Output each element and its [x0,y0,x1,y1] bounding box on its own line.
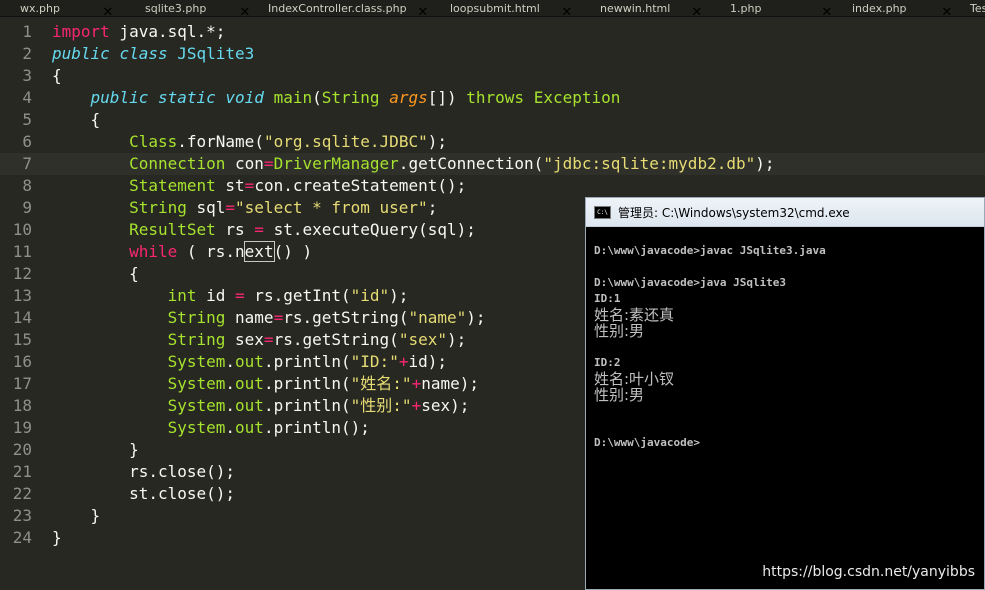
close-icon[interactable]: ✕ [562,1,572,16]
tab-loopsubmit[interactable]: loopsubmit.html [450,0,540,16]
watermark-url: https://blog.csdn.net/yanyibbs [762,564,975,580]
code-line: String sex=rs.getString("sex"); [167,330,467,349]
line-number: 14 [12,308,32,327]
code-line: String sql="select * from user"; [129,198,438,217]
code-line: System.out.println("ID:"+id); [167,352,447,371]
line-number: 7 [22,154,32,173]
close-icon[interactable]: ✕ [240,1,250,16]
code-line: System.out.println("性别:"+sex); [167,396,470,415]
close-icon[interactable]: ✕ [103,1,113,16]
code-line: ResultSet rs = st.executeQuery(sql); [129,220,476,239]
line-number: 24 [12,528,32,547]
code-line: System.out.println(); [167,418,370,437]
line-number: 13 [12,286,32,305]
line-number: 15 [12,330,32,349]
line-number: 8 [22,176,32,195]
line-number: 19 [12,418,32,437]
cmd-output-line: ID:2 [594,356,621,369]
tab-bar: wx.php ✕ sqlite3.php ✕ IndexController.c… [0,0,985,17]
tab-wx-php[interactable]: wx.php [20,0,60,16]
code-line: st.close(); [129,484,236,503]
code-line: } [52,528,62,547]
console-icon: C:\ [594,205,611,219]
line-number: 2 [22,44,32,63]
line-number: 3 [22,66,32,85]
cmd-output-line: 姓名:叶小钗 [594,370,675,388]
line-number: 20 [12,440,32,459]
cmd-output-line: 性别:男 [594,386,645,404]
line-number: 6 [22,132,32,151]
tab-label: sqlite3.php [145,1,207,15]
cmd-output-line: 姓名:素还真 [594,306,675,324]
line-number: 12 [12,264,32,283]
code-line: while ( rs.next() ) [129,241,313,262]
code-line: public class JSqlite3 [52,44,255,63]
line-number: 9 [22,198,32,217]
line-number: 16 [12,352,32,371]
cmd-output-line: D:\www\javacode>javac JSqlite3.java [594,244,826,257]
tab-sqlite3-php[interactable]: sqlite3.php [145,0,206,16]
tab-newwin[interactable]: newwin.html [600,0,670,16]
tab-index-php[interactable]: index.php [852,0,907,16]
cmd-title: 管理员: C:\Windows\system32\cmd.exe [618,205,850,220]
code-line: int id = rs.getInt("id"); [167,286,409,305]
line-number: 21 [12,462,32,481]
code-line: { [90,110,101,129]
line-number: 23 [12,506,32,525]
cmd-title-bar[interactable]: C:\ 管理员: C:\Windows\system32\cmd.exe [586,198,984,227]
line-number: 22 [12,484,32,503]
close-icon[interactable]: ✕ [692,1,702,16]
code-line: } [129,440,139,459]
code-line: Statement st=con.createStatement(); [129,176,467,195]
cmd-output-line: 性别:男 [594,322,645,340]
line-number: 18 [12,396,32,415]
code-line: import java.sql.*; [52,22,226,41]
tab-label: wx.php [20,1,60,15]
line-number: 10 [12,220,32,239]
line-number: 4 [22,88,32,107]
tab-label: Tes [970,1,985,15]
code-line: public static void main(String args[]) t… [90,88,621,107]
tab-indexcontroller[interactable]: IndexController.class.php [268,0,407,16]
code-line: Class.forName("org.sqlite.JDBC"); [129,132,447,151]
cmd-output-line: ID:1 [594,292,621,305]
tab-label: 1.php [730,1,762,15]
tab-label: newwin.html [600,1,671,15]
code-line: } [90,506,101,525]
code-line: String name=rs.getString("name"); [167,308,486,327]
line-number: 1 [22,22,32,41]
code-line: Connection con=DriverManager.getConnecti… [129,154,775,173]
close-icon[interactable]: ✕ [822,1,832,16]
cmd-output-line: D:\www\javacode>java JSqlite3 [594,276,787,289]
tab-1-php[interactable]: 1.php [730,0,761,16]
cmd-window[interactable]: C:\ 管理员: C:\Windows\system32\cmd.exe D:\… [585,197,985,590]
tab-label: IndexController.class.php [268,1,407,15]
code-line: { [129,264,139,283]
line-number: 5 [22,110,32,129]
close-icon[interactable]: ✕ [418,1,428,16]
tab-label: loopsubmit.html [450,1,540,15]
tab-label: index.php [852,1,907,15]
tab-tes[interactable]: Tes [970,0,985,16]
line-number: 11 [12,242,32,261]
code-line: { [52,66,62,85]
close-icon[interactable]: ✕ [942,1,952,16]
code-line: rs.close(); [129,462,236,481]
code-line: System.out.println("姓名:"+name); [167,374,479,393]
cmd-prompt: D:\www\javacode> [594,436,700,449]
line-number: 17 [12,374,32,393]
